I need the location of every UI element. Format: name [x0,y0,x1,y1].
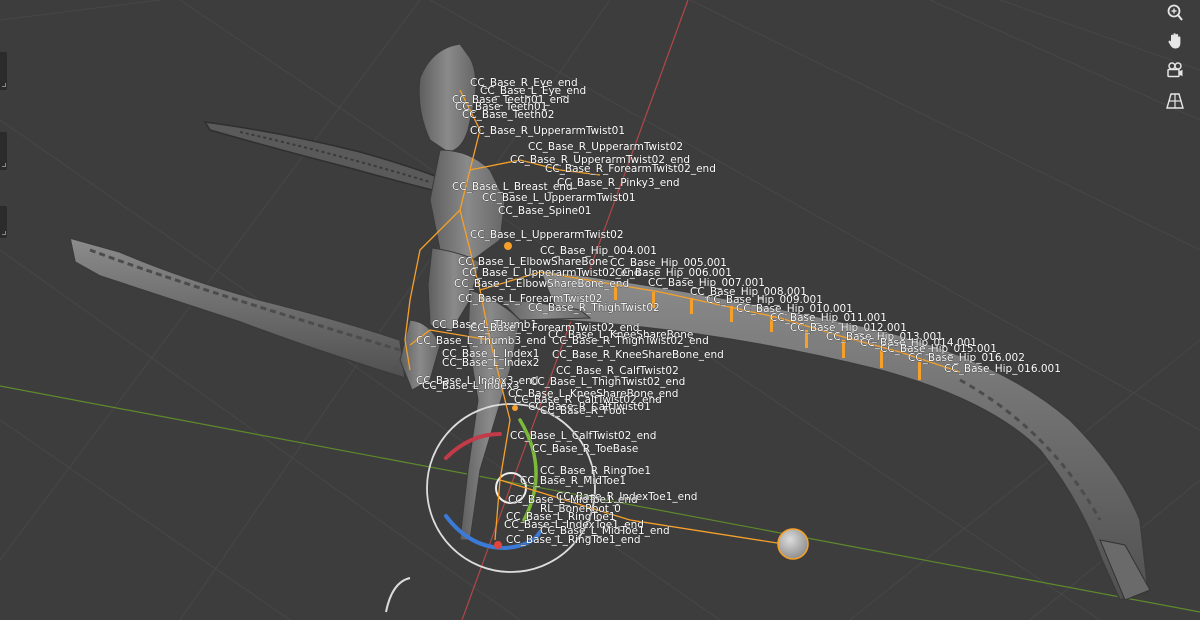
bone-label: CC_Base_R_ToeBase [532,443,638,455]
bone-label: CC_Base_L_UpperarmTwist02 [470,229,624,241]
bone-label: CC_Base_L_ElbowShareBone_end [454,278,629,290]
blade-short [203,121,441,193]
bone-label: CC_Base_R_Foot [540,405,626,417]
left-toolbar-tab[interactable] [0,206,7,238]
perspective-grid-icon [1166,93,1184,109]
bone-label: CC_Base_L_Thumb3_end [416,335,546,347]
bone-label: CC_Base_L_UpperarmTwist01 [482,192,636,204]
bone-label: CC_Base_Spine01 [498,205,591,217]
bone-label: CC_Base_R_UpperarmTwist02 [528,141,683,153]
bone-label: CC_Base_Hip_016.001 [944,363,1061,375]
pan-button[interactable] [1162,28,1188,54]
bone-label: CC_Base_L_ThighTwist02_end [530,376,685,388]
bone-root-handle[interactable] [777,528,809,560]
bone-label: CC_Base_L_RingToe1_end [506,534,641,546]
3d-viewport[interactable]: CC_Base_R_Eye_end CC_Base_L_Eye_end CC_Bas… [0,0,1200,620]
camera-view-icon [1167,62,1183,78]
zoom-button[interactable] [1162,0,1188,26]
bone-label: CC_Base_R_ThighTwist02 [528,302,660,314]
zoom-icon [1167,4,1183,21]
bone-label: CC_Base_L_CalfTwist02_end [510,430,656,442]
bone-label: CC_Base_R_Pinky3_end [557,177,680,189]
bone-label: CC_Base_R_KneeShareBone_end [552,349,724,361]
bone-label: CC_Base_R_MidToe1 [520,475,626,487]
viewport-scene[interactable]: CC_Base_R_Eye_endCC_Base_L_Eye_endCC_Bas… [0,0,1200,620]
bone-label: CC_Base_R_ForearmTwist02_end [545,163,716,175]
camera-view-button[interactable] [1162,57,1188,83]
left-toolbar-tab[interactable] [0,52,7,90]
bone-label: CC_Base_L_Index2 [442,357,539,369]
bone-label: CC_Base_R_UpperarmTwist01 [470,125,625,137]
hand-pan-icon [1168,33,1181,49]
left-toolbar-tab[interactable] [0,132,7,170]
lamp-outline [385,577,411,613]
perspective-toggle-button[interactable] [1162,88,1188,114]
bone-label: CC_Base_R_ThighTwist02_end [552,335,709,347]
bone-label: CC_Base_L_Index3 [422,380,519,392]
bone-label: CC_Base_Teeth02 [462,109,554,121]
